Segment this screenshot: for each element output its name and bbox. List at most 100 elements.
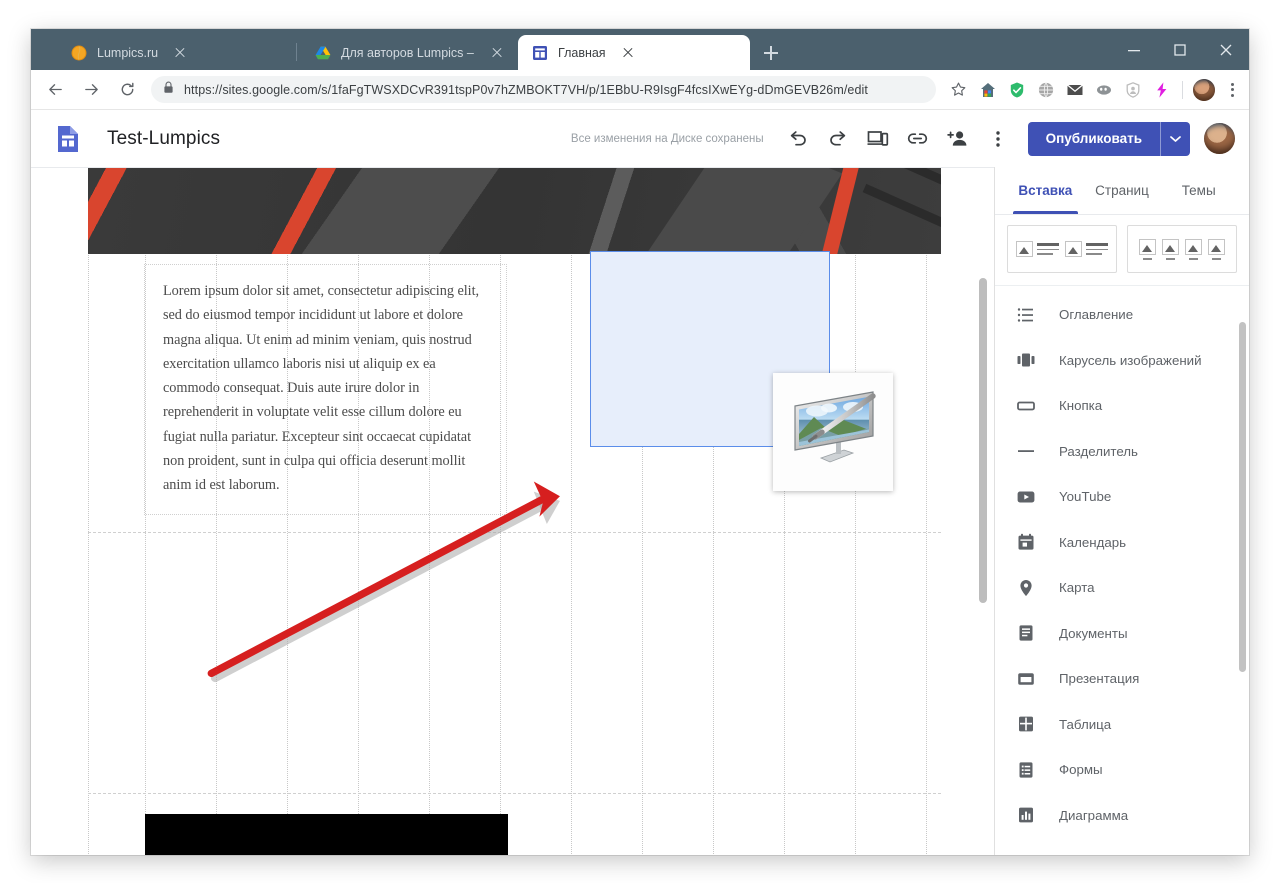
ghost-icon[interactable] <box>1091 77 1116 102</box>
dragged-image-thumbnail[interactable] <box>773 373 893 491</box>
insert-item-youtube[interactable]: YouTube <box>995 474 1249 520</box>
google-sites-favicon <box>532 45 548 61</box>
text-lines-icon <box>1037 243 1059 255</box>
monitor-with-stylus-personalization-icon <box>794 391 876 463</box>
image-placeholder-icon <box>1139 238 1156 255</box>
close-button[interactable] <box>1203 29 1249 70</box>
google-sites-logo[interactable] <box>53 124 83 154</box>
insert-item-label: Презентация <box>1059 671 1140 687</box>
address-bar[interactable]: https://sites.google.com/s/1faFgTWSXDCvR… <box>151 76 936 103</box>
desktop-background: Lumpics.ru Для авторов Lumpics – Google … <box>0 0 1280 883</box>
tab-vstavka[interactable]: Вставка <box>1007 167 1084 214</box>
image-placeholder-icon <box>1208 238 1225 255</box>
reload-button[interactable] <box>112 75 142 105</box>
link-icon[interactable] <box>898 119 938 159</box>
insert-item-formy[interactable]: Формы <box>995 747 1249 793</box>
insert-item-kalendar[interactable]: Календарь <box>995 520 1249 566</box>
mail-icon[interactable] <box>1062 77 1087 102</box>
privacy-shield-icon[interactable] <box>1120 77 1145 102</box>
browser-tab-glavnaya-active[interactable]: Главная <box>518 35 750 70</box>
panel-scrollbar[interactable] <box>1237 167 1247 855</box>
layout-four-image-caption[interactable] <box>1127 225 1237 273</box>
tab-stranicy[interactable]: Страниц <box>1084 167 1161 214</box>
insert-item-tablitsa[interactable]: Таблица <box>995 702 1249 748</box>
insert-item-label: YouTube <box>1059 489 1112 505</box>
forward-button[interactable] <box>76 75 106 105</box>
insert-item-prezentatsiya[interactable]: Презентация <box>995 656 1249 702</box>
youtube-icon <box>1015 486 1037 508</box>
google-forms-icon <box>1015 759 1037 781</box>
toolbar-divider <box>1182 80 1183 99</box>
insert-item-knopka[interactable]: Кнопка <box>995 383 1249 429</box>
browser-tab-lumpics[interactable]: Lumpics.ru <box>57 35 294 70</box>
chevron-down-icon[interactable] <box>1160 121 1190 156</box>
tab-title: Главная <box>558 45 606 60</box>
site-canvas-wrapper: Lorem ipsum dolor sit amet, consectetur … <box>31 167 994 855</box>
window-controls <box>1111 29 1249 70</box>
insert-item-dokumenty[interactable]: Документы <box>995 611 1249 657</box>
insert-item-label: Календарь <box>1059 534 1127 550</box>
insert-item-diagramma[interactable]: Диаграмма <box>995 793 1249 839</box>
home-colored-icon[interactable] <box>975 77 1000 102</box>
tab-divider <box>296 43 297 61</box>
account-avatar[interactable] <box>1204 123 1235 154</box>
orange-circle-favicon <box>71 45 87 61</box>
tab-temy[interactable]: Темы <box>1160 167 1237 214</box>
undo-icon[interactable] <box>778 119 818 159</box>
google-docs-icon <box>1015 622 1037 644</box>
maximize-button[interactable] <box>1157 29 1203 70</box>
minimize-button[interactable] <box>1111 29 1157 70</box>
publish-button[interactable]: Опубликовать <box>1028 122 1160 156</box>
back-button[interactable] <box>40 75 70 105</box>
browser-toolbar: https://sites.google.com/s/1faFgTWSXDCvR… <box>31 70 1249 110</box>
insert-item-karusel-izobrazheniy[interactable]: Карусель изображений <box>995 338 1249 384</box>
divider-icon <box>1015 440 1037 462</box>
tab-title: Lumpics.ru <box>97 45 159 60</box>
insert-item-label: Карта <box>1059 580 1095 596</box>
insert-item-razdelitel[interactable]: Разделитель <box>995 429 1249 475</box>
canvas-scrollbar-thumb[interactable] <box>979 278 987 603</box>
add-person-icon[interactable] <box>938 119 978 159</box>
banner-image[interactable] <box>88 168 941 254</box>
secure-lock-icon <box>163 81 174 99</box>
bookmark-star-icon[interactable] <box>946 77 971 102</box>
new-tab-button[interactable] <box>760 42 782 64</box>
site-page: Lorem ipsum dolor sit amet, consectetur … <box>88 168 941 855</box>
text-block[interactable]: Lorem ipsum dolor sit amet, consectetur … <box>144 264 507 515</box>
tab-title: Для авторов Lumpics – Google / <box>341 45 475 60</box>
site-canvas[interactable]: Lorem ipsum dolor sit amet, consectetur … <box>31 168 973 855</box>
insert-item-ogllavlenie[interactable]: Оглавление <box>995 292 1249 338</box>
lightning-icon[interactable] <box>1149 77 1174 102</box>
layout-two-image-text[interactable] <box>1007 225 1117 273</box>
globe-icon[interactable] <box>1033 77 1058 102</box>
google-drive-favicon <box>315 45 331 61</box>
google-slides-icon <box>1015 668 1037 690</box>
insert-item-label: Таблица <box>1059 716 1112 732</box>
panel-scrollbar-thumb[interactable] <box>1239 322 1246 672</box>
chrome-kebab-menu[interactable] <box>1221 77 1243 102</box>
preview-devices-icon[interactable] <box>858 119 898 159</box>
publish-button-group: Опубликовать <box>1027 121 1190 156</box>
kebab-menu-icon[interactable] <box>978 119 1018 159</box>
layout-options-row <box>995 215 1249 286</box>
insert-item-label: Разделитель <box>1059 443 1138 459</box>
insert-items-list: Оглавление Карусель изображений Кнопка Р… <box>995 286 1249 855</box>
close-icon[interactable] <box>172 45 188 61</box>
adblock-shield-icon[interactable] <box>1004 77 1029 102</box>
insert-item-karta[interactable]: Карта <box>995 565 1249 611</box>
canvas-scrollbar[interactable] <box>977 170 990 853</box>
redo-icon[interactable] <box>818 119 858 159</box>
insert-item-label: Диаграмма <box>1059 807 1129 823</box>
profile-avatar[interactable] <box>1193 78 1215 101</box>
close-icon[interactable] <box>489 45 505 61</box>
layout-cell <box>1139 238 1156 260</box>
bottom-image-block[interactable] <box>145 814 508 855</box>
text-block-paragraph: Lorem ipsum dolor sit amet, consectetur … <box>163 283 480 494</box>
layout-cell <box>1065 241 1108 257</box>
image-placeholder-icon <box>1065 241 1082 257</box>
site-title[interactable]: Test-Lumpics <box>107 128 220 150</box>
panel-tabs: Вставка Страниц Темы <box>995 167 1249 215</box>
close-icon[interactable] <box>620 45 636 61</box>
image-placeholder-icon <box>1185 238 1202 255</box>
browser-tab-google-drive[interactable]: Для авторов Lumpics – Google / <box>301 35 511 70</box>
